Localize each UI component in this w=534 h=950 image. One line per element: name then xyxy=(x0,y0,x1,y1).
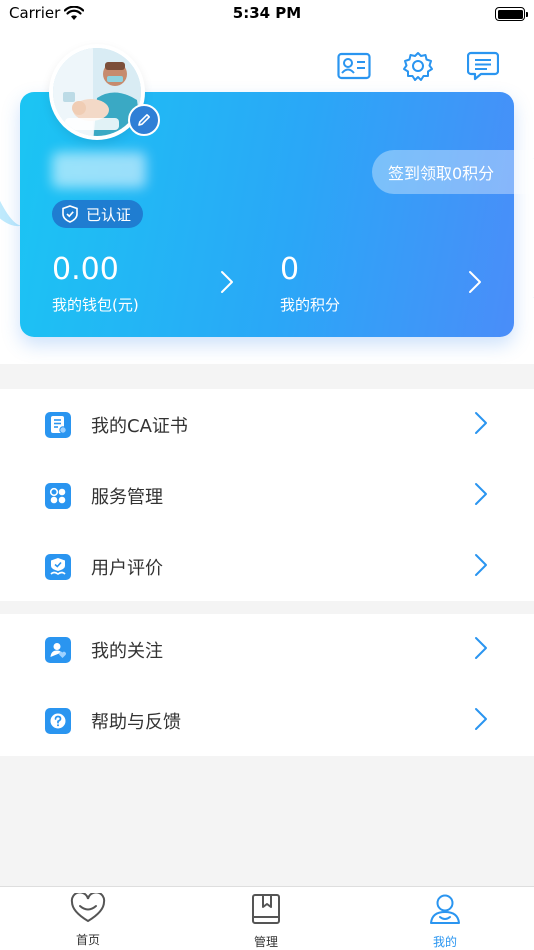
menu-label: 我的关注 xyxy=(91,640,163,662)
chevron-right-icon xyxy=(468,270,482,298)
battery-icon xyxy=(495,7,528,21)
tab-label: 首页 xyxy=(75,933,100,947)
points-stat[interactable]: 0 我的积分 xyxy=(280,252,340,315)
signin-label: 签到领取0积分 xyxy=(388,164,495,183)
tab-mine[interactable]: 我的 xyxy=(405,893,485,950)
menu-item-service-management[interactable]: 服务管理 xyxy=(0,460,534,531)
follow-icon xyxy=(45,636,71,663)
menu-label: 用户评价 xyxy=(91,557,163,579)
chevron-right-icon xyxy=(474,411,488,439)
menu-item-help-feedback[interactable]: 帮助与反馈 xyxy=(0,685,534,756)
menu-section-primary: 我的CA证书 服务管理 用户评价 xyxy=(0,389,534,601)
id-card-icon[interactable] xyxy=(336,48,372,84)
menu-label: 服务管理 xyxy=(91,486,163,508)
menu-item-my-follows[interactable]: 我的关注 xyxy=(0,614,534,685)
edit-avatar-button[interactable] xyxy=(128,104,160,136)
menu-item-ca-certificate[interactable]: 我的CA证书 xyxy=(0,389,534,460)
wallet-stat[interactable]: 0.00 我的钱包(元) xyxy=(52,252,139,315)
shield-check-icon xyxy=(62,205,78,223)
user-icon xyxy=(428,893,462,929)
points-value: 0 xyxy=(280,252,300,287)
message-icon[interactable] xyxy=(465,48,501,84)
signin-button[interactable]: 签到领取0积分 xyxy=(372,150,534,194)
help-icon xyxy=(45,707,71,734)
tab-bar: 首页 管理 我的 xyxy=(0,886,534,950)
points-label: 我的积分 xyxy=(280,296,341,314)
heart-icon xyxy=(70,891,106,927)
clock-time: 5:34 PM xyxy=(232,4,302,22)
app-root: Carrier 5:34 PM 已认证 签到领取0积分 0.00 我的钱包(元)… xyxy=(0,0,534,950)
menu-item-user-reviews[interactable]: 用户评价 xyxy=(0,531,534,602)
gear-icon[interactable] xyxy=(400,48,436,84)
user-name-obscured xyxy=(52,152,146,188)
pencil-icon xyxy=(138,114,150,126)
wallet-value: 0.00 xyxy=(52,252,119,287)
menu-label: 我的CA证书 xyxy=(91,415,188,437)
chevron-right-icon xyxy=(474,636,488,664)
menu-section-secondary: 我的关注 帮助与反馈 xyxy=(0,614,534,756)
certificate-icon xyxy=(45,411,71,438)
tab-manage[interactable]: 管理 xyxy=(226,893,306,950)
tab-label: 我的 xyxy=(432,935,457,949)
rating-icon xyxy=(45,553,71,580)
chevron-right-icon xyxy=(474,707,488,735)
chevron-right-icon xyxy=(474,482,488,510)
status-bar: Carrier 5:34 PM xyxy=(0,0,534,28)
wallet-label: 我的钱包(元) xyxy=(52,296,139,314)
chevron-right-icon xyxy=(220,270,234,298)
menu-label: 帮助与反馈 xyxy=(91,711,181,733)
chevron-right-icon xyxy=(474,553,488,581)
tab-label: 管理 xyxy=(253,935,278,949)
book-icon xyxy=(251,893,281,929)
verified-badge: 已认证 xyxy=(52,200,144,228)
grid-icon xyxy=(45,482,71,509)
verified-label: 已认证 xyxy=(86,205,132,224)
tab-home[interactable]: 首页 xyxy=(48,891,128,948)
